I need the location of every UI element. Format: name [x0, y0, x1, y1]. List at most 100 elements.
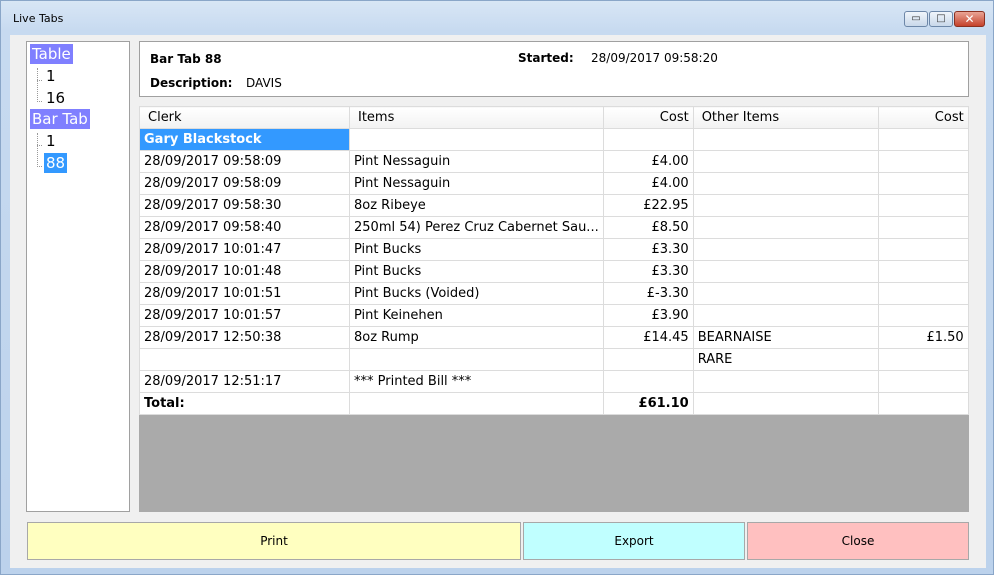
- grid-cell[interactable]: [692, 392, 879, 415]
- items-grid[interactable]: Clerk Items Cost Other Items Cost Gary B…: [139, 106, 969, 415]
- table-row[interactable]: RARE: [139, 348, 969, 371]
- clerk-cell[interactable]: 28/09/2017 09:58:09: [139, 172, 350, 195]
- tree-item-bar-tab-88[interactable]: 88: [44, 153, 68, 173]
- item-cell[interactable]: Pint Bucks: [349, 260, 604, 283]
- grid-cell[interactable]: [692, 128, 879, 151]
- clerk-cell[interactable]: 28/09/2017 10:01:48: [139, 260, 350, 283]
- other-item-cell[interactable]: [692, 172, 879, 195]
- tabs-tree[interactable]: Table 1 16 Bar Tab 1 88: [26, 41, 130, 512]
- cost-cell[interactable]: £3.30: [602, 238, 694, 261]
- tree-item-bar-tab-1[interactable]: 1: [44, 131, 58, 151]
- tree-item-table-16[interactable]: 16: [44, 88, 67, 108]
- print-button[interactable]: Print: [27, 522, 521, 560]
- cost-cell[interactable]: £3.90: [602, 304, 694, 327]
- grid-cell[interactable]: [602, 128, 694, 151]
- clerk-cell[interactable]: 28/09/2017 09:58:40: [139, 216, 350, 239]
- clerk-cell[interactable]: 28/09/2017 09:58:09: [139, 150, 350, 173]
- close-window-button[interactable]: ✕: [954, 11, 985, 27]
- table-row[interactable]: 28/09/2017 09:58:40 250ml 54) Perez Cruz …: [139, 216, 969, 239]
- grid-cell[interactable]: [349, 392, 604, 415]
- item-cell[interactable]: Pint Nessaguin: [349, 172, 604, 195]
- column-header-cost[interactable]: Cost: [602, 106, 694, 129]
- item-cell[interactable]: *** Printed Bill ***: [349, 370, 604, 393]
- table-row[interactable]: 28/09/2017 10:01:57 Pint Keinehen £3.90: [139, 304, 969, 327]
- other-item-cell[interactable]: RARE: [692, 348, 879, 371]
- table-row[interactable]: 28/09/2017 10:01:47 Pint Bucks £3.30: [139, 238, 969, 261]
- table-row[interactable]: 28/09/2017 10:01:48 Pint Bucks £3.30: [139, 260, 969, 283]
- description-label: Description:: [150, 76, 233, 90]
- cost-cell[interactable]: £-3.30: [602, 282, 694, 305]
- other-item-cell[interactable]: [692, 370, 879, 393]
- other-item-cell[interactable]: [692, 194, 879, 217]
- other-cost-cell[interactable]: [877, 194, 969, 217]
- item-cell[interactable]: [349, 348, 604, 371]
- table-row[interactable]: 28/09/2017 09:58:09 Pint Nessaguin £4.00: [139, 150, 969, 173]
- other-item-cell[interactable]: [692, 238, 879, 261]
- total-row[interactable]: Total: £61.10: [139, 392, 969, 415]
- clerk-cell[interactable]: 28/09/2017 12:50:38: [139, 326, 350, 349]
- minimize-button[interactable]: ▭: [904, 11, 928, 27]
- other-item-cell[interactable]: [692, 216, 879, 239]
- cost-cell[interactable]: £4.00: [602, 172, 694, 195]
- close-button[interactable]: Close: [747, 522, 969, 560]
- clerk-cell[interactable]: 28/09/2017 10:01:51: [139, 282, 350, 305]
- grid-cell[interactable]: [877, 128, 969, 151]
- tree-item-table-1[interactable]: 1: [44, 66, 58, 86]
- cost-cell[interactable]: £4.00: [602, 150, 694, 173]
- other-cost-cell[interactable]: [877, 260, 969, 283]
- clerk-cell[interactable]: 28/09/2017 10:01:57: [139, 304, 350, 327]
- clerk-cell[interactable]: 28/09/2017 12:51:17: [139, 370, 350, 393]
- column-header-other-items[interactable]: Other Items: [692, 106, 879, 129]
- other-cost-cell[interactable]: [877, 348, 969, 371]
- clerk-name[interactable]: Gary Blackstock: [139, 128, 350, 151]
- other-cost-cell[interactable]: [877, 216, 969, 239]
- cost-cell[interactable]: [602, 348, 694, 371]
- started-label: Started:: [518, 51, 574, 65]
- column-header-other-cost[interactable]: Cost: [877, 106, 969, 129]
- other-cost-cell[interactable]: [877, 172, 969, 195]
- other-cost-cell[interactable]: [877, 370, 969, 393]
- maximize-button[interactable]: □: [929, 11, 953, 27]
- grid-cell[interactable]: [349, 128, 604, 151]
- other-cost-cell[interactable]: [877, 150, 969, 173]
- cost-cell[interactable]: [602, 370, 694, 393]
- tree-group-table[interactable]: Table: [30, 44, 73, 64]
- cost-cell[interactable]: £14.45: [602, 326, 694, 349]
- other-cost-cell[interactable]: £1.50: [877, 326, 969, 349]
- other-item-cell[interactable]: BEARNAISE: [692, 326, 879, 349]
- other-item-cell[interactable]: [692, 260, 879, 283]
- items-grid-area[interactable]: Clerk Items Cost Other Items Cost Gary B…: [139, 106, 969, 512]
- table-row[interactable]: 28/09/2017 10:01:51 Pint Bucks (Voided) £-…: [139, 282, 969, 305]
- item-cell[interactable]: Pint Nessaguin: [349, 150, 604, 173]
- item-cell[interactable]: Pint Keinehen: [349, 304, 604, 327]
- table-row[interactable]: 28/09/2017 12:51:17 *** Printed Bill ***: [139, 370, 969, 393]
- title-bar[interactable]: Live Tabs ▭ □ ✕: [1, 1, 993, 35]
- column-header-items[interactable]: Items: [349, 106, 604, 129]
- clerk-cell[interactable]: [139, 348, 350, 371]
- export-button[interactable]: Export: [523, 522, 745, 560]
- grid-header-row: Clerk Items Cost Other Items Cost: [139, 106, 969, 129]
- item-cell[interactable]: Pint Bucks: [349, 238, 604, 261]
- clerk-cell[interactable]: 28/09/2017 10:01:47: [139, 238, 350, 261]
- other-item-cell[interactable]: [692, 150, 879, 173]
- item-cell[interactable]: 250ml 54) Perez Cruz Cabernet Sau...: [349, 216, 604, 239]
- other-cost-cell[interactable]: [877, 238, 969, 261]
- other-cost-cell[interactable]: [877, 282, 969, 305]
- clerk-row[interactable]: Gary Blackstock: [139, 128, 969, 151]
- column-header-clerk[interactable]: Clerk: [139, 106, 350, 129]
- cost-cell[interactable]: £3.30: [602, 260, 694, 283]
- table-row[interactable]: 28/09/2017 09:58:30 8oz Ribeye £22.95: [139, 194, 969, 217]
- cost-cell[interactable]: £8.50: [602, 216, 694, 239]
- tree-group-bar-tab[interactable]: Bar Tab: [30, 109, 90, 129]
- other-item-cell[interactable]: [692, 304, 879, 327]
- item-cell[interactable]: 8oz Ribeye: [349, 194, 604, 217]
- grid-cell[interactable]: [877, 392, 969, 415]
- table-row[interactable]: 28/09/2017 12:50:38 8oz Rump £14.45 BEARNAI…: [139, 326, 969, 349]
- other-item-cell[interactable]: [692, 282, 879, 305]
- clerk-cell[interactable]: 28/09/2017 09:58:30: [139, 194, 350, 217]
- other-cost-cell[interactable]: [877, 304, 969, 327]
- item-cell[interactable]: Pint Bucks (Voided): [349, 282, 604, 305]
- cost-cell[interactable]: £22.95: [602, 194, 694, 217]
- item-cell[interactable]: 8oz Rump: [349, 326, 604, 349]
- table-row[interactable]: 28/09/2017 09:58:09 Pint Nessaguin £4.00: [139, 172, 969, 195]
